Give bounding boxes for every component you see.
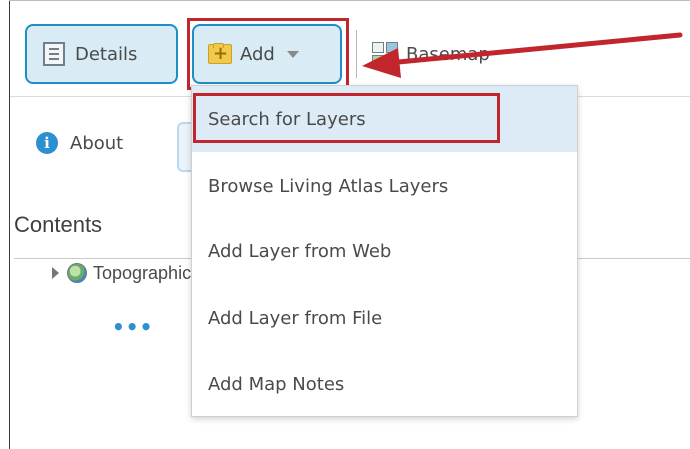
expand-arrow-icon[interactable] [52,267,59,279]
annotation-box-search [193,93,500,143]
contents-heading: Contents [14,212,103,237]
basemap-grid-icon [372,42,398,66]
basemap-button[interactable]: Basemap [372,24,552,84]
menu-item-label: Add Map Notes [208,373,345,395]
layer-row-topographic[interactable]: Topographic [52,260,195,286]
details-button-label: Details [75,43,138,65]
menu-item-label: Add Layer from Web [208,240,392,262]
about-label: About [70,132,124,154]
layer-label: Topographic [93,262,192,283]
menu-item-add-layer-from-file[interactable]: Add Layer from File [192,285,577,351]
details-list-icon [43,42,65,66]
about-button[interactable]: i About [36,132,123,154]
menu-item-add-map-notes[interactable]: Add Map Notes [192,351,577,417]
annotation-box-add [187,18,349,90]
basemap-button-label: Basemap [406,43,490,65]
menu-item-label: Add Layer from File [208,307,383,329]
info-icon: i [36,132,58,154]
menu-item-label: Browse Living Atlas Layers [208,175,449,197]
menu-item-add-layer-from-web[interactable]: Add Layer from Web [192,218,577,284]
menu-item-browse-living-atlas[interactable]: Browse Living Atlas Layers [192,153,577,219]
details-button[interactable]: Details [25,24,178,84]
globe-icon [67,263,87,283]
toolbar-separator [356,30,357,78]
more-options-icon[interactable]: ••• [112,317,153,337]
